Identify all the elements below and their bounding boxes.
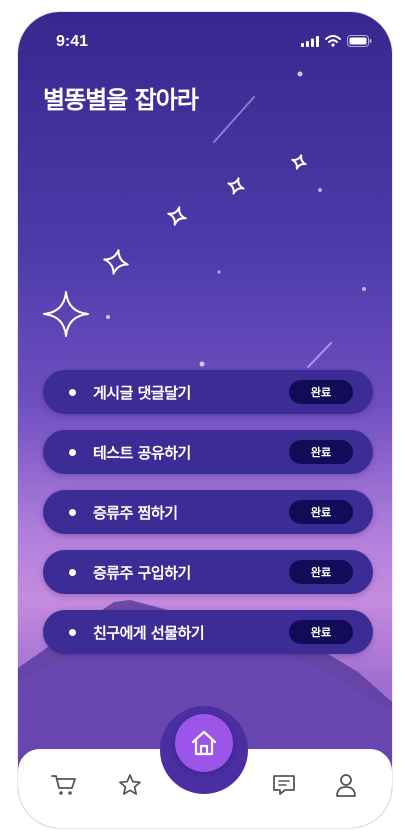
bullet-dot	[69, 628, 76, 636]
mission-status-badge[interactable]: 완료	[289, 620, 353, 644]
mission-status-badge[interactable]: 완료	[289, 440, 353, 464]
bullet-dot	[69, 568, 76, 576]
wifi-icon	[325, 35, 341, 47]
status-bar: 9:41	[18, 12, 392, 56]
mission-status-badge[interactable]: 완료	[289, 500, 353, 524]
mission-item[interactable]: 증류주 구입하기 완료	[43, 550, 373, 594]
mission-item[interactable]: 친구에게 선물하기 완료	[43, 610, 373, 654]
bullet-dot	[69, 388, 76, 396]
mission-status-badge[interactable]: 완료	[289, 380, 353, 404]
favorites-nav-button[interactable]	[116, 771, 144, 799]
chat-nav-button[interactable]	[270, 771, 298, 799]
bullet-dot	[69, 508, 76, 516]
cart-icon	[51, 775, 76, 795]
mission-item[interactable]: 테스트 공유하기 완료	[43, 430, 373, 474]
cart-nav-button[interactable]	[50, 771, 78, 799]
star-icon	[43, 154, 307, 337]
status-icons	[301, 35, 372, 47]
bullet-dot	[69, 448, 76, 456]
mission-item[interactable]: 게시글 댓글달기 완료	[43, 370, 373, 414]
mission-list: 게시글 댓글달기 완료 테스트 공유하기 완료 증류주 찜하기 완료 증류주 구…	[43, 370, 373, 670]
battery-icon	[347, 35, 372, 47]
mission-label: 증류주 구입하기	[93, 563, 191, 582]
profile-nav-button[interactable]	[332, 771, 360, 799]
phone-screen: 9:41 별똥별을 잡아라 게시글 댓글달기 완료 테스트 공유하기 완료 증류…	[18, 12, 392, 828]
mission-item[interactable]: 증류주 찜하기 완료	[43, 490, 373, 534]
chat-icon	[273, 775, 295, 795]
mission-label: 게시글 댓글달기	[93, 383, 191, 402]
mission-status-badge[interactable]: 완료	[289, 560, 353, 584]
star-icon	[119, 774, 141, 795]
user-icon	[336, 774, 356, 797]
status-time: 9:41	[56, 33, 89, 50]
home-nav-button[interactable]	[175, 714, 233, 772]
mission-label: 증류주 찜하기	[93, 503, 178, 522]
page-title: 별똥별을 잡아라	[43, 86, 199, 114]
home-icon	[191, 730, 217, 756]
mission-label: 테스트 공유하기	[93, 443, 191, 462]
mission-label: 친구에게 선물하기	[93, 623, 205, 642]
signal-icon	[301, 35, 319, 47]
